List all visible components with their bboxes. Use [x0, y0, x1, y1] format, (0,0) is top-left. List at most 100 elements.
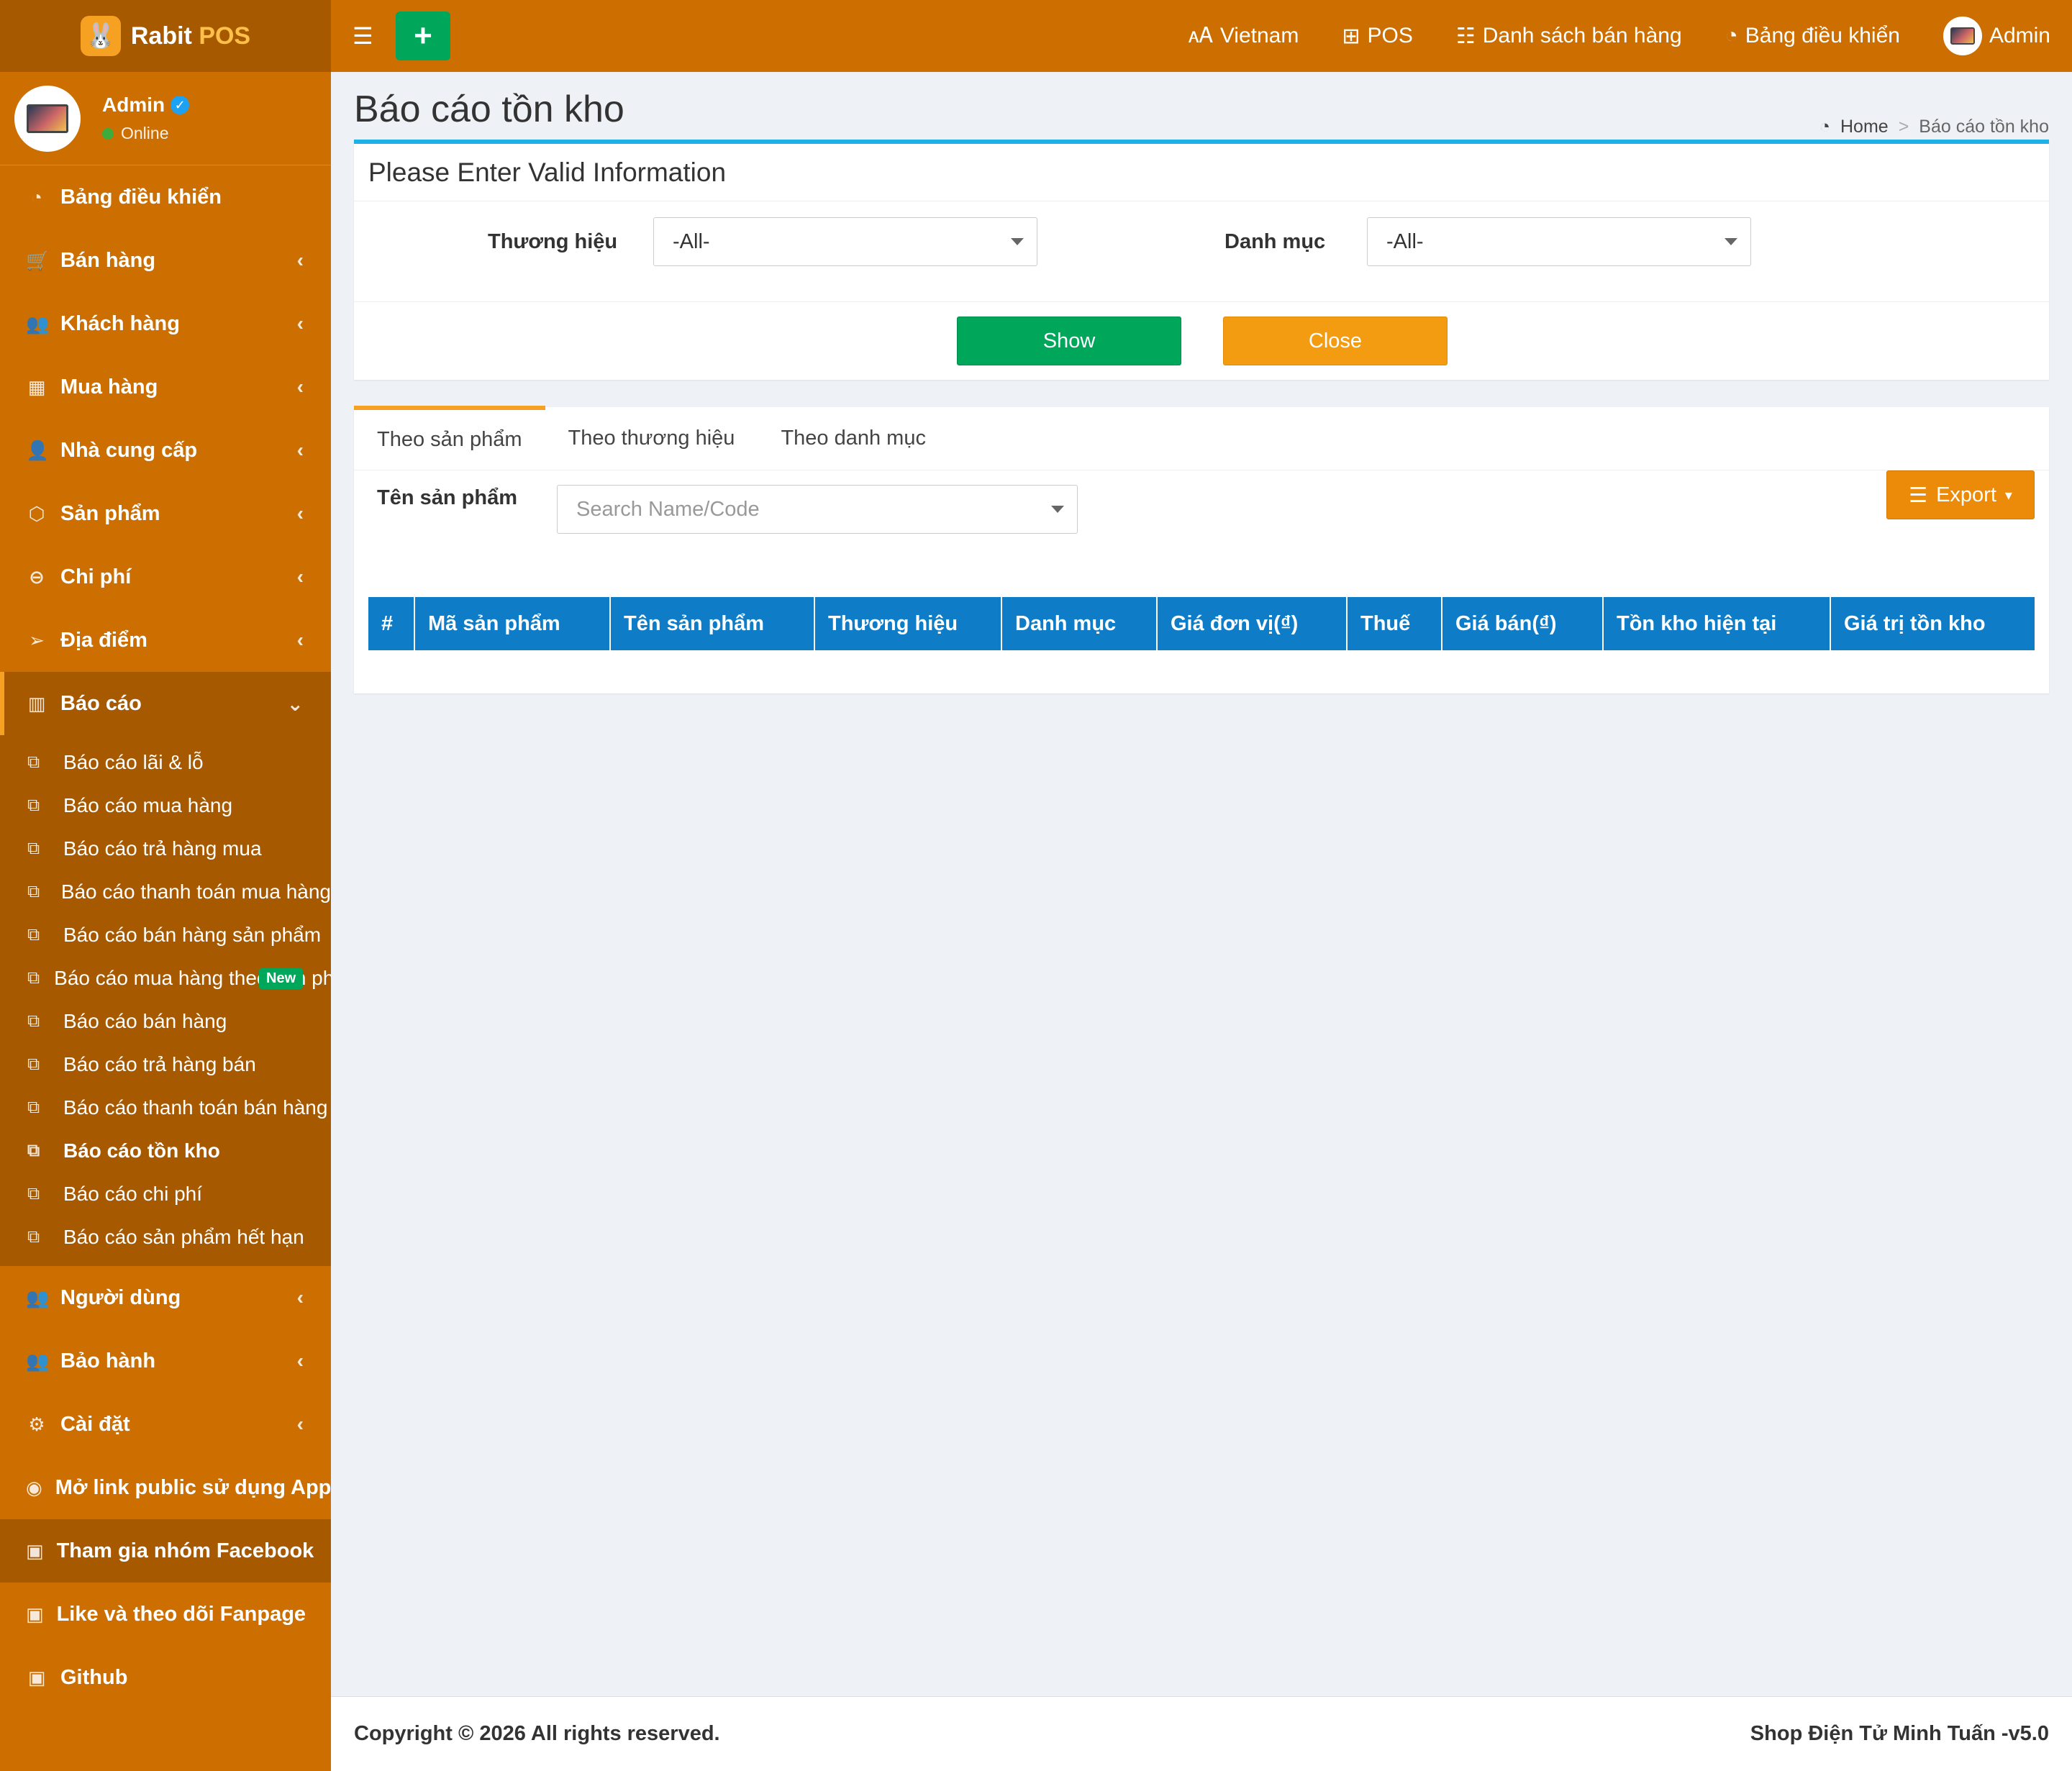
page-title: Báo cáo tồn kho [354, 88, 624, 130]
tab-by-category[interactable]: Theo danh mục [758, 407, 949, 470]
submenu-item[interactable]: ⧉ Báo cáo sản phẩm hết hạn [0, 1216, 331, 1259]
copy-icon: ⧉ [27, 796, 40, 815]
submenu-item-current[interactable]: ⧉ Báo cáo tồn kho [0, 1129, 331, 1173]
column-header[interactable]: Thương hiệu [814, 597, 1002, 650]
plus-square-icon: ⊞ [1342, 24, 1360, 48]
copy-icon: ⧉ [27, 1227, 40, 1247]
column-header[interactable]: Tồn kho hiện tại [1603, 597, 1831, 650]
column-header[interactable]: Danh mục [1001, 597, 1158, 650]
chevron-down-icon: ⌄ [286, 692, 304, 715]
hamburger-menu-icon[interactable]: ☰ [353, 22, 376, 50]
export-button[interactable]: ☰ Export ▾ [1886, 470, 2035, 519]
column-header[interactable]: # [368, 597, 415, 650]
user-name: Admin ✓ [102, 94, 190, 117]
sidebar-item-warranty[interactable]: 👥 Bảo hành ‹ [0, 1329, 331, 1393]
submenu-item[interactable]: ⧉ Báo cáo lãi & lỗ [0, 741, 331, 784]
product-search-select[interactable]: Search Name/Code [557, 485, 1078, 534]
dashboard-icon: ◔ [1819, 117, 1830, 137]
show-button[interactable]: Show [957, 317, 1181, 365]
pos-link[interactable]: ⊞ POS [1342, 24, 1413, 49]
top-nav: 🗚 Vietnam ⊞ POS ☷ Danh sách bán hàng ◔ Bảng … [1189, 17, 2050, 55]
copy-icon: ⧉ [27, 839, 40, 858]
breadcrumb-current: Báo cáo tồn kho [1919, 117, 2049, 137]
column-header[interactable]: Giá đơn vị(₫) [1157, 597, 1348, 650]
briefcase-icon: ▣ [26, 1603, 44, 1625]
sidebar-item-facebook-group[interactable]: ▣ Tham gia nhóm Facebook [0, 1519, 331, 1583]
sidebar-item-purchases[interactable]: ▦ Mua hàng ‹ [0, 355, 331, 419]
chevron-left-icon: ‹ [296, 1413, 304, 1435]
chevron-left-icon: ‹ [296, 439, 304, 461]
user-panel: Admin ✓ Online [0, 72, 331, 165]
tab-by-product[interactable]: Theo sản phẩm [354, 406, 545, 470]
copy-icon: ⧉ [27, 882, 40, 901]
add-button[interactable]: + [396, 12, 450, 60]
sidebar-item-github[interactable]: ▣ Github [0, 1646, 331, 1709]
dashboard-link[interactable]: ◔ Bảng điều khiển [1725, 24, 1900, 48]
sidebar-item-sales[interactable]: 🛒 Bán hàng ‹ [0, 229, 331, 292]
top-navbar: ☰ + 🗚 Vietnam ⊞ POS ☷ Danh sách bán hàng ◔ B… [331, 0, 2072, 72]
sidebar-item-settings[interactable]: ⚙ Cài đặt ‹ [0, 1393, 331, 1456]
filter-row: Thương hiệu -All- Danh mục -All- [354, 201, 2049, 302]
dashboard-icon: ◔ [31, 186, 42, 208]
submenu-item[interactable]: ⧉Báo cáo mua hàng theo sản phẩmNew [0, 957, 331, 1000]
tab-by-brand[interactable]: Theo thương hiệu [545, 407, 758, 470]
briefcase-icon: ▣ [27, 1666, 46, 1688]
chevron-left-icon: ‹ [296, 502, 304, 524]
submenu-item[interactable]: ⧉ Báo cáo bán hàng sản phẩm [0, 914, 331, 957]
sidebar-item-dashboard[interactable]: ◔ Bảng điều khiển [0, 165, 331, 229]
sidebar-item-customers[interactable]: 👥 Khách hàng ‹ [0, 292, 331, 355]
category-select[interactable]: -All- [1367, 217, 1751, 266]
close-button[interactable]: Close [1223, 317, 1448, 365]
users-icon: 👥 [26, 312, 50, 334]
caret-down-icon [1051, 506, 1064, 513]
briefcase-icon: ▣ [26, 1539, 44, 1562]
user-plus-icon: 👤 [26, 439, 50, 461]
page-header: Báo cáo tồn kho ◔ Home > Báo cáo tồn kho [354, 88, 2049, 138]
sidebar-item-users[interactable]: 👥 Người dùng ‹ [0, 1266, 331, 1329]
submenu-item[interactable]: ⧉ Báo cáo trả hàng mua [0, 827, 331, 870]
sidebar-item-expenses[interactable]: ⊖ Chi phí ‹ [0, 545, 331, 609]
copy-icon: ⧉ [27, 925, 40, 944]
cart-icon: 🛒 [26, 249, 50, 271]
copy-icon: ⧉ [27, 968, 40, 988]
sidebar-item-locations[interactable]: ➢ Địa điểm ‹ [0, 609, 331, 672]
submenu-item[interactable]: ⧉ Báo cáo chi phí [0, 1173, 331, 1216]
column-header[interactable]: Thuế [1347, 597, 1442, 650]
column-header[interactable]: Giá trị tồn kho [1830, 597, 2035, 650]
language-selector[interactable]: 🗚 Vietnam [1189, 24, 1299, 48]
brand-select[interactable]: -All- [653, 217, 1037, 266]
breadcrumb-home[interactable]: Home [1840, 117, 1889, 137]
sidebar-item-fanpage[interactable]: ▣ Like và theo dõi Fanpage [0, 1583, 331, 1646]
bars-icon: ☰ [1909, 483, 1928, 507]
online-dot-icon [102, 127, 114, 140]
new-badge: New [259, 968, 304, 989]
submenu-item[interactable]: ⧉ Báo cáo thanh toán bán hàng [0, 1086, 331, 1129]
column-header[interactable]: Giá bán(₫) [1442, 597, 1604, 650]
submenu-item[interactable]: ⧉ Báo cáo thanh toán mua hàng [0, 870, 331, 914]
caret-down-icon [1011, 238, 1024, 245]
column-header[interactable]: Tên sản phẩm [610, 597, 815, 650]
sidebar-item-suppliers[interactable]: 👤 Nhà cung cấp ‹ [0, 419, 331, 482]
submenu-item[interactable]: ⧉ Báo cáo bán hàng [0, 1000, 331, 1043]
copy-icon: ⧉ [27, 752, 40, 772]
globe-icon: ◉ [26, 1476, 42, 1498]
table-header-row: # Mã sản phẩm Tên sản phẩm Thương hiệu D… [368, 597, 2035, 650]
account-menu[interactable]: Admin [1942, 17, 2050, 55]
column-header[interactable]: Mã sản phẩm [414, 597, 611, 650]
copyright-text: Copyright © 2026 All rights reserved. [354, 1722, 720, 1745]
sidebar-item-reports[interactable]: ▥ Báo cáo ⌄ [0, 672, 331, 735]
sidebar-item-public-app[interactable]: ◉ Mở link public sử dụng App [0, 1456, 331, 1519]
brand-logo-area[interactable]: 🐰 Rabit POS [0, 0, 331, 72]
copy-icon: ⧉ [27, 1055, 40, 1074]
brand-name: Rabit POS [130, 22, 251, 50]
breadcrumb: ◔ Home > Báo cáo tồn kho [1819, 117, 2049, 137]
sales-list-link[interactable]: ☷ Danh sách bán hàng [1456, 24, 1682, 49]
boxes-icon: ⬡ [28, 502, 45, 524]
submenu-item[interactable]: ⧉ Báo cáo mua hàng [0, 784, 331, 827]
submenu-item[interactable]: ⧉ Báo cáo trả hàng bán [0, 1043, 331, 1086]
grid-icon: ▦ [27, 375, 46, 398]
sidebar-item-products[interactable]: ⬡ Sản phẩm ‹ [0, 482, 331, 545]
copy-icon: ⧉ [27, 1141, 40, 1160]
avatar [1942, 17, 1982, 55]
users-icon: 👥 [26, 1286, 50, 1308]
